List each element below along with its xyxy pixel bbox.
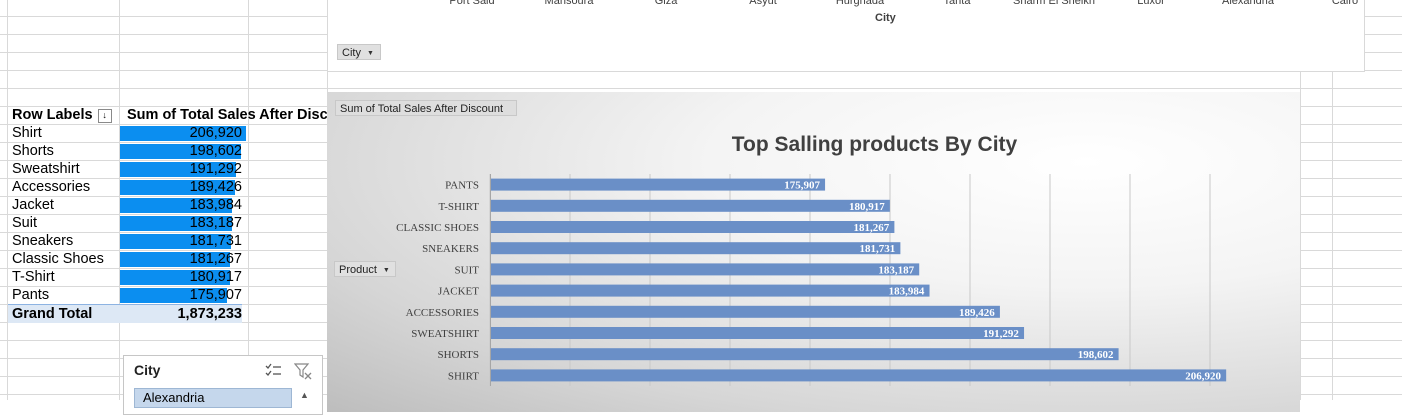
bar-chart-plot: Top Salling products By City PANTS 175,907… [396, 133, 1227, 386]
city-slicer[interactable]: City Alexandria ▲ [123, 355, 323, 415]
dropdown-arrow-icon: ▼ [366, 50, 374, 57]
pivot-row-value: 183,984 [189, 197, 242, 213]
grand-total-label: Grand Total [12, 306, 93, 322]
pivot-row[interactable]: Shirt 206,920 [8, 124, 248, 142]
pivot-row-label: Sweatshirt [12, 161, 80, 177]
clear-filter-icon[interactable] [294, 362, 312, 380]
category-tick-label: SHIRT [448, 370, 479, 382]
values-field-button[interactable]: Sum of Total Sales After Discount [335, 100, 517, 116]
city-field-button-label: City [342, 47, 361, 59]
pivot-row-label: Shorts [12, 143, 54, 159]
pivot-row[interactable]: Shorts 198,602 [8, 142, 248, 160]
bar[interactable] [491, 305, 1000, 318]
bar[interactable] [491, 221, 895, 233]
pivot-row-value: 181,731 [189, 233, 242, 249]
product-field-button-label: Product [339, 264, 377, 276]
data-label: 206,920 [1185, 370, 1221, 382]
bar[interactable] [491, 199, 890, 212]
pivot-row-label: Sneakers [12, 233, 74, 249]
pivot-row-value: 183,187 [189, 215, 242, 231]
category-tick-label: SUIT [455, 264, 480, 276]
row-labels-text: Row Labels [12, 107, 93, 123]
city-tick-label: Luxor [1137, 0, 1165, 7]
chart-title: Top Salling products By City [732, 133, 1018, 156]
pivot-row-label: Shirt [12, 125, 42, 141]
pivot-row[interactable]: Jacket 183,984 [8, 196, 248, 214]
city-tick-label: Asyut [749, 0, 777, 7]
pivot-row-label: Classic Shoes [12, 251, 104, 267]
pivot-row-value: 198,602 [189, 143, 242, 159]
dropdown-arrow-icon: ▼ [382, 267, 390, 274]
data-label: 181,267 [854, 222, 890, 234]
category-tick-label: PANTS [445, 180, 479, 192]
pivot-grand-total-row[interactable]: Grand Total 1,873,233 [8, 304, 242, 323]
pivot-row[interactable]: T-Shirt 180,917 [8, 268, 248, 286]
category-tick-label: JACKET [438, 286, 479, 298]
filter-sort-icon[interactable]: ↓ [97, 109, 112, 123]
pivot-row[interactable]: Suit 183,187 [8, 214, 248, 232]
category-tick-label: CLASSIC SHOES [396, 222, 479, 234]
city-tick-label: Tanta [943, 0, 971, 7]
product-field-button[interactable]: Product ▼ [334, 261, 396, 277]
slicer-item[interactable]: Alexandria [134, 388, 292, 408]
category-tick-label: T-SHIRT [439, 201, 480, 213]
data-label: 183,984 [889, 286, 925, 298]
city-tick-label: Giza [654, 0, 678, 7]
city-field-button[interactable]: City ▼ [337, 44, 381, 60]
pivot-row[interactable]: Sneakers 181,731 [8, 232, 248, 250]
bar[interactable] [491, 284, 930, 297]
pivot-row-label: Accessories [12, 179, 91, 195]
data-label: 189,426 [959, 307, 995, 319]
city-tick-label: Alexandria [1222, 0, 1274, 7]
grand-total-value: 1,873,233 [177, 306, 242, 322]
pivot-header-row-labels[interactable]: Row Labels ↓ [12, 106, 112, 124]
bar[interactable] [491, 242, 901, 255]
data-label: 180,917 [849, 201, 885, 213]
data-label: 183,187 [878, 264, 914, 276]
data-label: 198,602 [1078, 349, 1114, 361]
slicer-scroll-up-icon[interactable]: ▲ [300, 390, 309, 400]
top-products-chart[interactable]: Top Salling products By City PANTS 175,907… [327, 92, 1300, 412]
pivot-row[interactable]: Accessories 189,426 [8, 178, 248, 196]
category-tick-label: SHORTS [437, 349, 479, 361]
bar[interactable] [491, 263, 920, 276]
city-tick-label: Cairo [1331, 0, 1359, 7]
multi-select-icon[interactable] [264, 362, 282, 380]
city-chart-partial[interactable]: Port Said Mansoura Giza Asyut Hurghada Tanta S… [327, 0, 1365, 72]
slicer-title: City [134, 362, 161, 378]
bar[interactable] [491, 348, 1119, 361]
bar[interactable] [491, 369, 1227, 382]
pivot-header-values: Sum of Total Sales After Disc [127, 107, 328, 123]
pivot-row[interactable]: Classic Shoes 181,267 [8, 250, 248, 268]
city-axis-title: City [875, 12, 896, 24]
pivot-row-label: Suit [12, 215, 37, 231]
pivot-row[interactable]: Sweatshirt 191,292 [8, 160, 248, 178]
category-tick-label: SWEATSHIRT [411, 328, 479, 340]
bar[interactable] [491, 178, 826, 191]
pivot-row-value: 189,426 [189, 179, 242, 195]
pivot-row-value: 206,920 [189, 125, 242, 141]
pivot-row-value: 180,917 [189, 269, 242, 285]
pivot-row-value: 175,907 [189, 287, 242, 303]
values-field-button-label: Sum of Total Sales After Discount [340, 103, 504, 115]
data-label: 191,292 [983, 328, 1019, 340]
category-tick-label: ACCESSORIES [406, 307, 479, 319]
pivot-row-value: 181,267 [189, 251, 242, 267]
city-tick-label: Hurghada [835, 0, 885, 7]
category-tick-label: SNEAKERS [422, 243, 479, 255]
data-label: 181,731 [860, 243, 896, 255]
city-tick-label: Mansoura [544, 0, 594, 7]
pivot-row[interactable]: Pants 175,907 [8, 286, 248, 304]
pivot-row-label: Jacket [12, 197, 54, 213]
pivot-row-label: Pants [12, 287, 50, 303]
data-label: 175,907 [784, 180, 820, 192]
pivot-row-label: T-Shirt [12, 269, 55, 285]
city-tick-label: Port Said [449, 0, 495, 7]
pivot-row-value: 191,292 [189, 161, 242, 177]
city-tick-label: Sharm El Sheikh [1013, 0, 1095, 7]
bar[interactable] [491, 327, 1025, 339]
